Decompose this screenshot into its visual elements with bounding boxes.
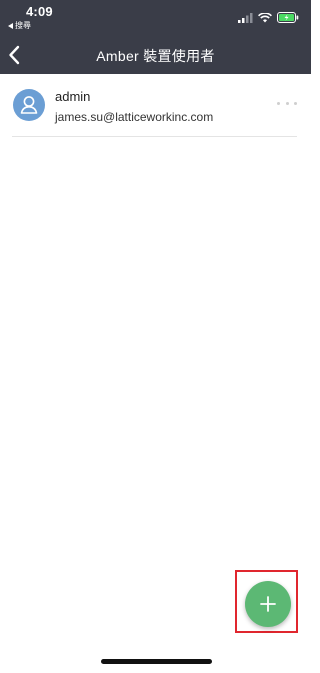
user-list-item[interactable]: admin james.su@latticeworkinc.com bbox=[12, 80, 297, 137]
top-bar: 4:09 搜尋 Amber 裝置使用者 bbox=[0, 0, 311, 74]
battery-charging-icon bbox=[277, 12, 299, 23]
more-dot-icon bbox=[285, 101, 289, 105]
back-triangle-icon bbox=[8, 22, 13, 29]
user-email: james.su@latticeworkinc.com bbox=[55, 110, 214, 124]
status-back-to-app[interactable]: 搜尋 bbox=[8, 20, 31, 31]
person-icon bbox=[20, 96, 38, 114]
cellular-signal-icon bbox=[238, 12, 253, 23]
user-name: admin bbox=[55, 89, 91, 104]
more-options-button[interactable] bbox=[277, 96, 297, 110]
add-user-button[interactable] bbox=[245, 581, 291, 627]
page-title: Amber 裝置使用者 bbox=[96, 48, 215, 64]
plus-icon bbox=[260, 596, 276, 612]
wifi-icon bbox=[258, 12, 272, 22]
status-time: 4:09 bbox=[26, 4, 53, 19]
more-dot-icon bbox=[294, 101, 297, 105]
screen: 4:09 搜尋 Amber 裝置使用者 admin james.su@latti… bbox=[0, 0, 311, 673]
home-indicator[interactable] bbox=[101, 659, 212, 664]
back-app-label: 搜尋 bbox=[15, 21, 31, 30]
more-dot-icon bbox=[277, 101, 280, 105]
avatar bbox=[13, 89, 45, 121]
status-indicators bbox=[238, 12, 299, 23]
